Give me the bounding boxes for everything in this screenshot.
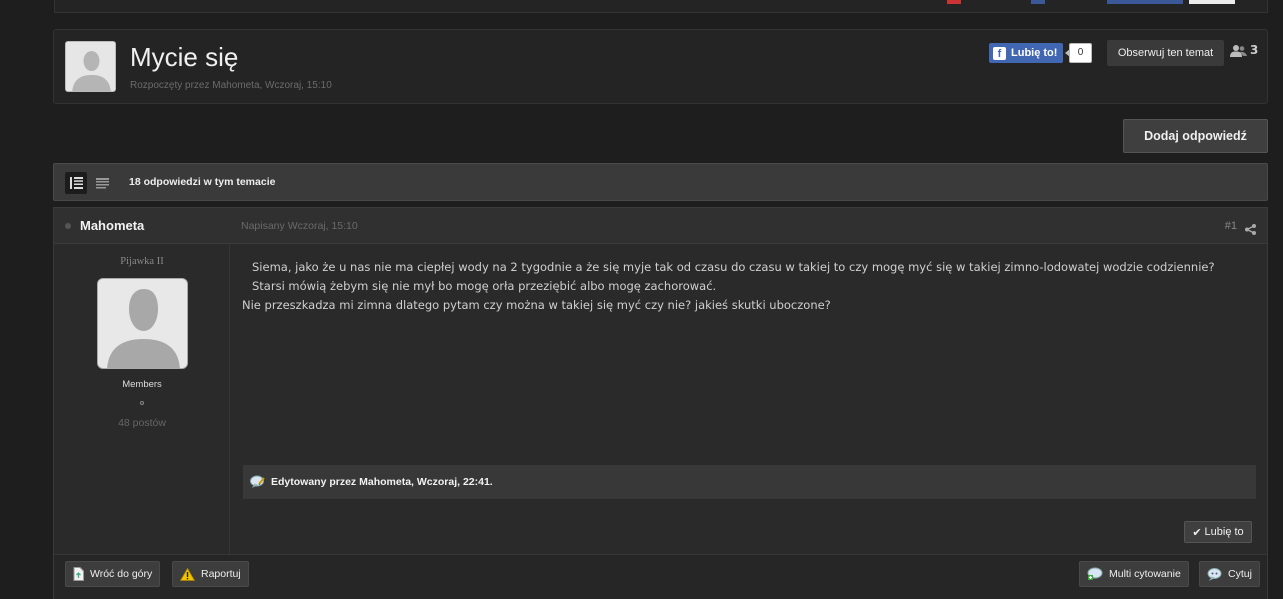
- quote-label: Cytuj: [1228, 568, 1252, 580]
- followers-number: 3: [1250, 43, 1259, 57]
- reputation-pip-icon: [140, 401, 144, 405]
- youtube-icon[interactable]: [947, 0, 961, 4]
- author-avatar[interactable]: [65, 41, 116, 92]
- default-avatar-icon: [66, 42, 115, 91]
- facebook-like-button[interactable]: f Lubię to!: [989, 43, 1063, 63]
- author-group: Members: [122, 379, 162, 390]
- follow-topic-button[interactable]: Obserwuj ten temat: [1107, 40, 1224, 66]
- author-post-count: 48 postów: [118, 417, 166, 429]
- author-avatar-large[interactable]: [97, 278, 188, 369]
- facebook-icon[interactable]: [1031, 0, 1045, 4]
- topic-title: Mycie się: [130, 42, 239, 72]
- compact-view-button[interactable]: [91, 172, 113, 194]
- topic-started-by: Rozpoczęty przez Mahometa, Wczoraj, 15:1…: [130, 80, 332, 91]
- like-label: Lubię to: [1204, 526, 1244, 538]
- facebook-like-count: 0: [1065, 43, 1092, 63]
- quote-button[interactable]: Cytuj: [1199, 561, 1260, 587]
- quote-bubble-icon: [1207, 567, 1222, 581]
- back-to-top-label: Wróć do góry: [90, 568, 153, 580]
- post-author[interactable]: Mahometa: [80, 218, 144, 233]
- post-line: Starsi mówią żebym się nie mył bo mogę o…: [252, 279, 717, 293]
- default-avatar-icon: [98, 279, 187, 368]
- login-button[interactable]: [1107, 0, 1183, 4]
- page-icon: [73, 567, 84, 581]
- search-input[interactable]: [1189, 0, 1235, 4]
- edited-notice: Edytowany przez Mahometa, Wczoraj, 22:41…: [243, 465, 1256, 499]
- post-number[interactable]: #1: [1225, 220, 1237, 232]
- warning-icon: [180, 567, 195, 581]
- author-rank: Pijawka II: [120, 256, 164, 267]
- followers-count[interactable]: 3: [1230, 43, 1258, 57]
- topic-info-bar: 18 odpowiedzi w tym temacie: [53, 163, 1268, 201]
- replies-count: 18 odpowiedzi w tym temacie: [129, 176, 276, 188]
- multiquote-icon: [1087, 567, 1103, 581]
- post-line: Siema, jako że u nas nie ma ciepłej wody…: [252, 260, 1215, 274]
- back-to-top-button[interactable]: Wróć do góry: [65, 561, 161, 587]
- list-view-button[interactable]: [65, 172, 87, 194]
- topic-header: Mycie się Rozpoczęty przez Mahometa, Wcz…: [53, 29, 1268, 104]
- multiquote-button[interactable]: Multi cytowanie: [1079, 561, 1189, 587]
- like-button[interactable]: ✔ Lubię to: [1184, 521, 1252, 543]
- add-reply-button[interactable]: Dodaj odpowiedź: [1123, 119, 1268, 153]
- users-icon: [1230, 44, 1247, 57]
- post-date: Napisany Wczoraj, 15:10: [241, 220, 358, 232]
- offline-status-icon: [65, 223, 71, 229]
- list-view-icon: [69, 177, 83, 189]
- share-icon[interactable]: [1245, 220, 1256, 239]
- report-label: Raportuj: [201, 568, 241, 580]
- post: Mahometa Napisany Wczoraj, 15:10 #1 Pija…: [53, 207, 1268, 599]
- top-navigation-bar: [54, 0, 1268, 13]
- compact-view-icon: [95, 177, 109, 188]
- post-line: Nie przeszkadza mi zimna dlatego pytam c…: [242, 298, 831, 312]
- check-icon: ✔: [1192, 526, 1202, 539]
- share-icon-svg: [1245, 224, 1256, 235]
- multiquote-label: Multi cytowanie: [1109, 568, 1181, 580]
- facebook-icon: f: [993, 46, 1006, 60]
- facebook-like-label: Lubię to!: [1011, 47, 1058, 59]
- edit-icon: [250, 475, 265, 489]
- post-header: Mahometa Napisany Wczoraj, 15:10 #1: [54, 208, 1267, 244]
- report-button[interactable]: Raportuj: [172, 561, 249, 587]
- post-footer: Wróć do góry Raportuj Multi cytowanie Cy…: [54, 554, 1267, 599]
- post-content: Siema, jako że u nas nie ma ciepłej wody…: [242, 258, 1215, 315]
- author-sidebar: Pijawka II Members 48 postów: [54, 244, 230, 554]
- edited-text: Edytowany przez Mahometa, Wczoraj, 22:41…: [271, 476, 493, 488]
